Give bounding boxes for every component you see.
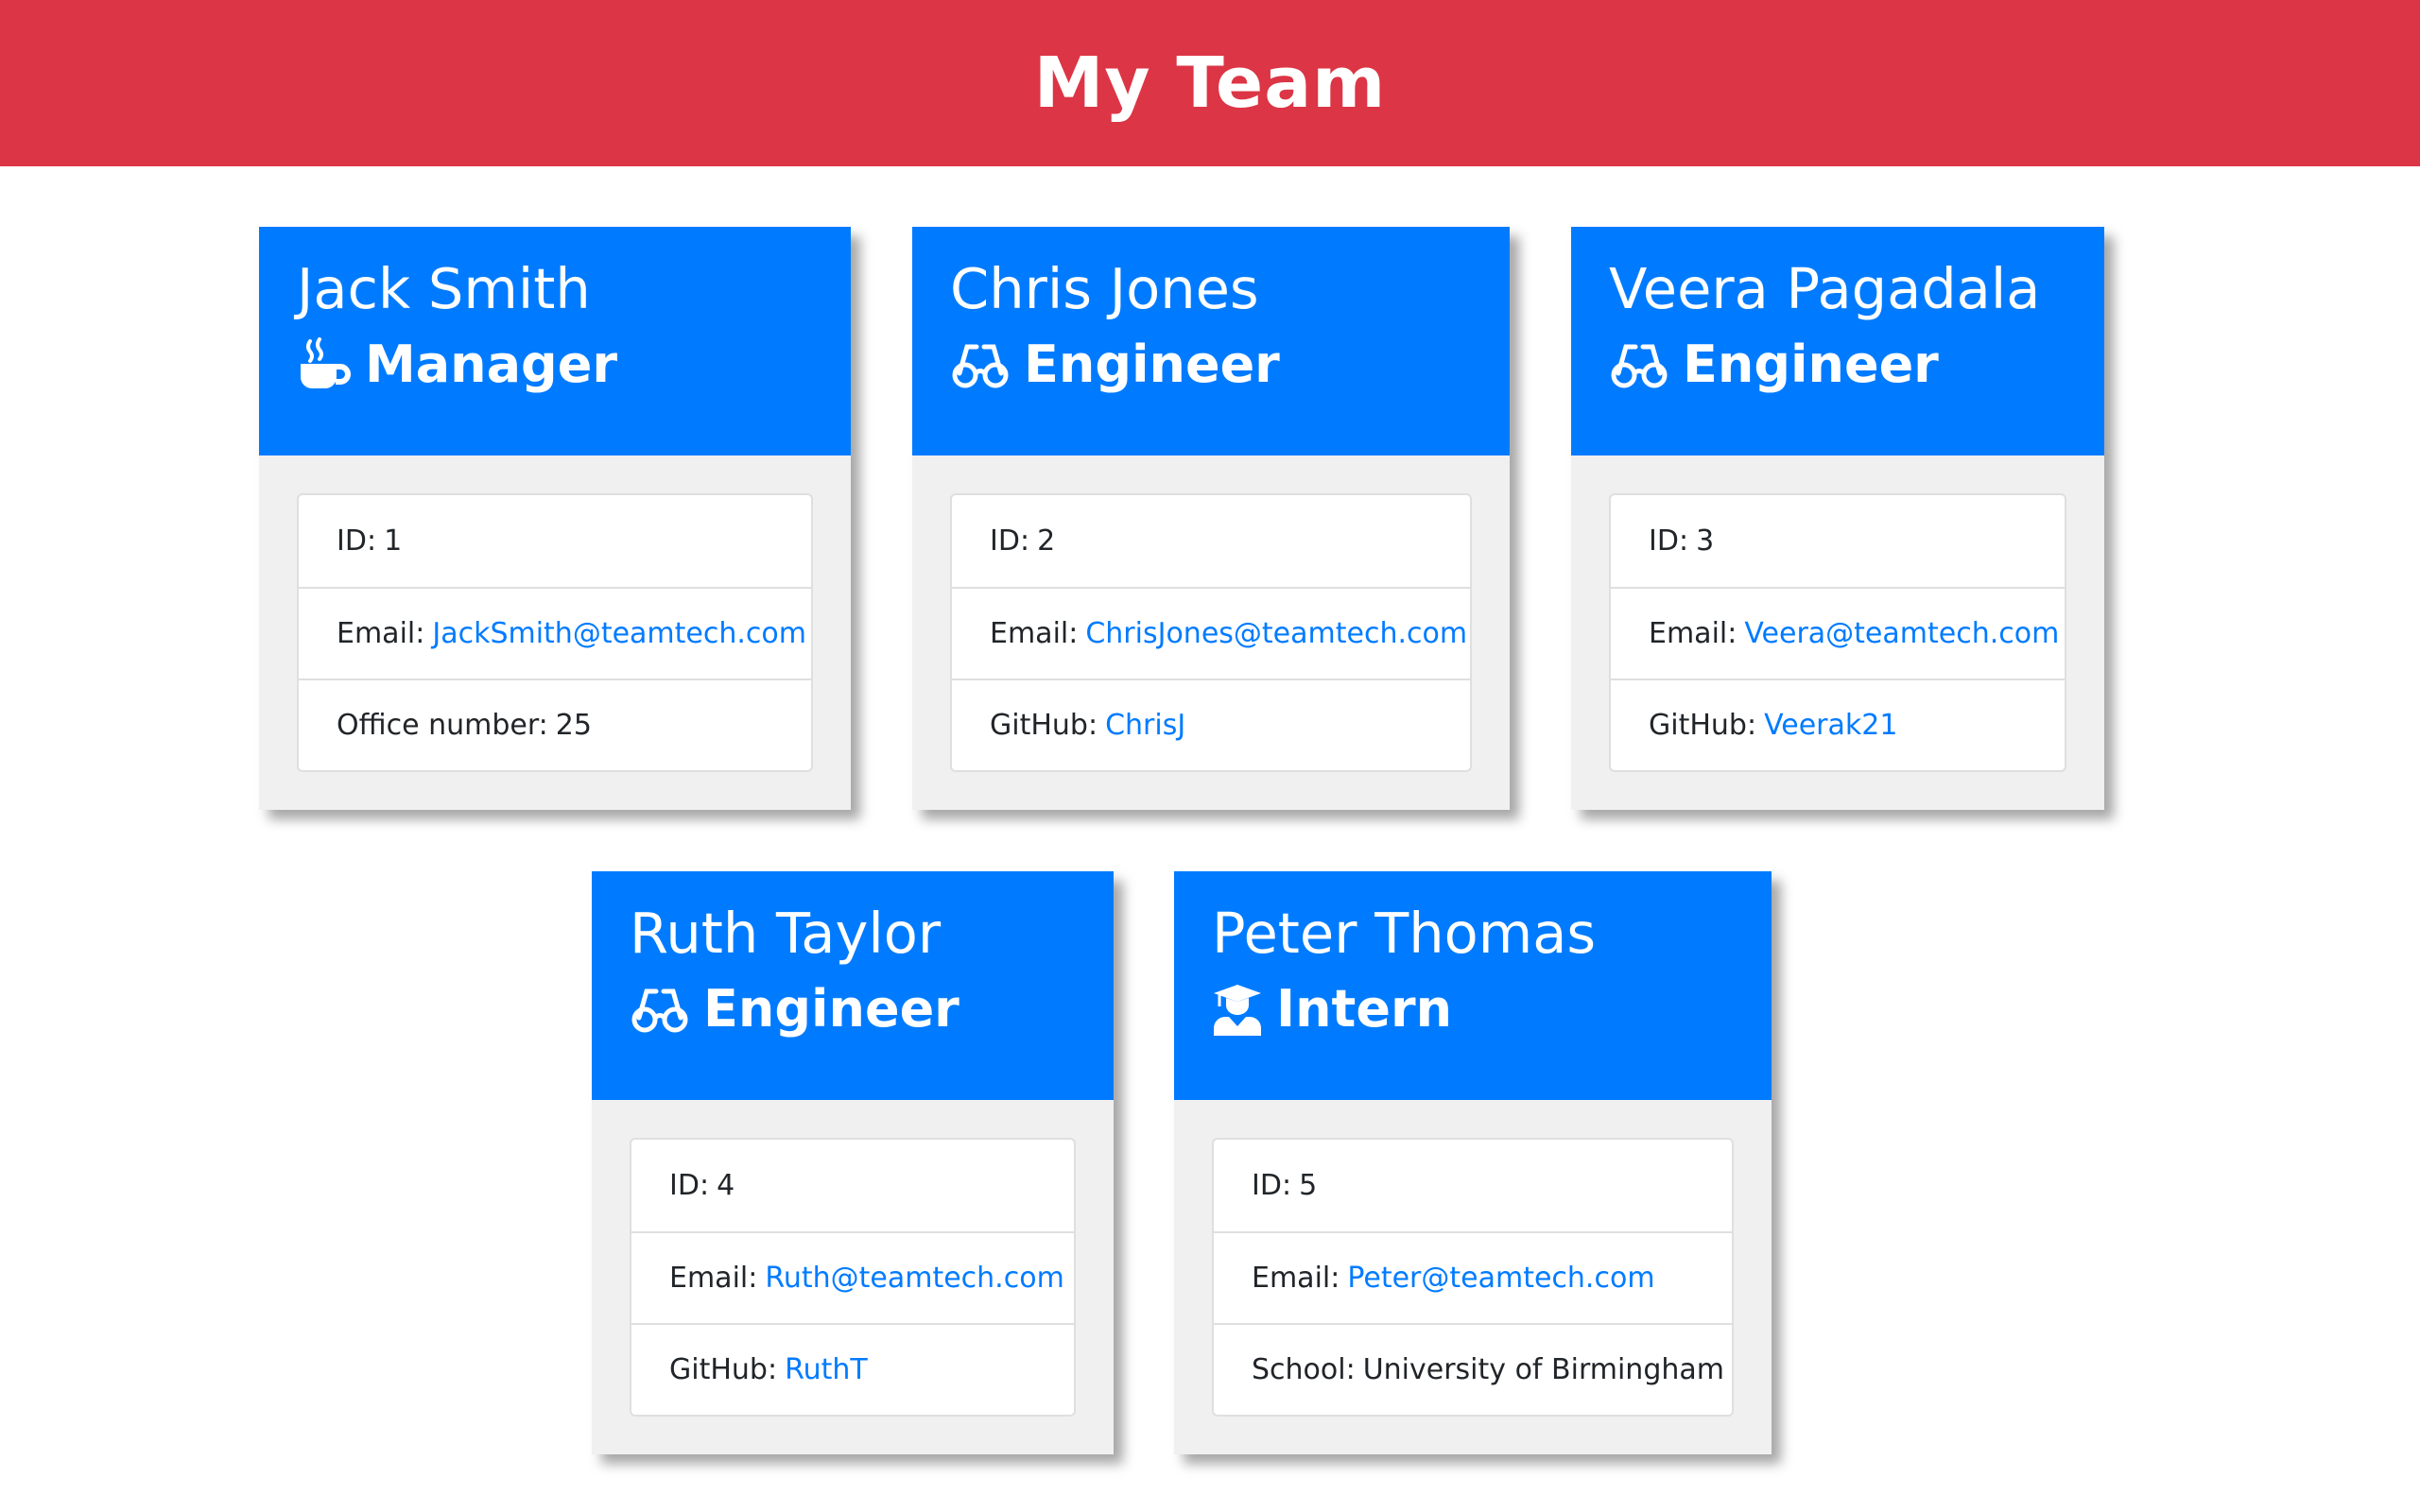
id-value: 1 bbox=[384, 524, 403, 558]
id-label: ID: bbox=[990, 524, 1030, 558]
id-item: ID: 5 bbox=[1214, 1140, 1732, 1231]
email-link[interactable]: Peter@teamtech.com bbox=[1347, 1262, 1654, 1295]
github-label: GitHub: bbox=[669, 1353, 778, 1386]
employee-card: Peter Thomas Intern ID: 5 Email: Peter@t… bbox=[1174, 871, 1772, 1454]
role-label: Intern bbox=[1276, 979, 1453, 1039]
employee-role: Intern bbox=[1212, 971, 1772, 1047]
employee-card: Veera Pagadala Engineer ID: 3 Email: Vee… bbox=[1571, 227, 2104, 810]
email-label: Email: bbox=[337, 617, 425, 650]
email-label: Email: bbox=[1649, 617, 1737, 650]
employee-role: Engineer bbox=[950, 327, 1510, 403]
card-body: ID: 4 Email: Ruth@teamtech.com GitHub: R… bbox=[592, 1100, 1114, 1454]
employee-card: Jack Smith Manager ID: 1 Email: JackSmit… bbox=[259, 227, 851, 810]
id-item: ID: 4 bbox=[631, 1140, 1074, 1231]
github-link[interactable]: Veerak21 bbox=[1764, 709, 1897, 742]
email-label: Email: bbox=[669, 1262, 758, 1295]
github-label: GitHub: bbox=[990, 709, 1098, 742]
office-item: Office number: 25 bbox=[299, 679, 811, 770]
email-link[interactable]: ChrisJones@teamtech.com bbox=[1085, 617, 1467, 650]
glasses-icon bbox=[1609, 341, 1669, 388]
office-value: 25 bbox=[555, 709, 592, 742]
employee-name: Ruth Taylor bbox=[630, 901, 942, 966]
school-value: University of Birmingham bbox=[1362, 1353, 1724, 1386]
card-body: ID: 1 Email: JackSmith@teamtech.com Offi… bbox=[259, 455, 851, 810]
card-body: ID: 2 Email: ChrisJones@teamtech.com Git… bbox=[912, 455, 1510, 810]
id-label: ID: bbox=[337, 524, 377, 558]
github-item: GitHub: ChrisJ bbox=[952, 679, 1470, 770]
role-label: Engineer bbox=[1683, 335, 1939, 394]
info-list: ID: 5 Email: Peter@teamtech.com School: … bbox=[1212, 1138, 1734, 1417]
github-item: GitHub: RuthT bbox=[631, 1323, 1074, 1415]
id-label: ID: bbox=[1252, 1169, 1292, 1202]
employee-role: Engineer bbox=[630, 971, 1114, 1047]
id-label: ID: bbox=[669, 1169, 710, 1202]
employee-role: Engineer bbox=[1609, 327, 2104, 403]
employee-card: Ruth Taylor Engineer ID: 4 Email: Ruth@t… bbox=[592, 871, 1114, 1454]
id-value: 2 bbox=[1037, 524, 1056, 558]
email-item: Email: JackSmith@teamtech.com bbox=[299, 587, 811, 679]
info-list: ID: 2 Email: ChrisJones@teamtech.com Git… bbox=[950, 493, 1472, 772]
glasses-icon bbox=[630, 986, 690, 1033]
github-link[interactable]: RuthT bbox=[785, 1353, 868, 1386]
id-item: ID: 3 bbox=[1611, 495, 2065, 587]
email-link[interactable]: Ruth@teamtech.com bbox=[765, 1262, 1063, 1295]
info-list: ID: 3 Email: Veera@teamtech.com GitHub: … bbox=[1609, 493, 2066, 772]
id-item: ID: 2 bbox=[952, 495, 1470, 587]
employee-name: Jack Smith bbox=[297, 256, 591, 321]
github-item: GitHub: Veerak21 bbox=[1611, 679, 2065, 770]
role-label: Manager bbox=[365, 335, 617, 394]
github-label: GitHub: bbox=[1649, 709, 1757, 742]
school-item: School: University of Birmingham bbox=[1214, 1323, 1732, 1415]
card-header: Ruth Taylor Engineer bbox=[592, 871, 1114, 1100]
card-header: Veera Pagadala Engineer bbox=[1571, 227, 2104, 455]
graduate-icon bbox=[1212, 983, 1263, 1036]
employee-role: Manager bbox=[297, 327, 851, 403]
email-label: Email: bbox=[990, 617, 1079, 650]
employee-name: Chris Jones bbox=[950, 256, 1259, 321]
email-link[interactable]: Veera@teamtech.com bbox=[1744, 617, 2059, 650]
email-item: Email: Peter@teamtech.com bbox=[1214, 1231, 1732, 1323]
id-label: ID: bbox=[1649, 524, 1689, 558]
employee-card: Chris Jones Engineer ID: 2 Email: ChrisJ… bbox=[912, 227, 1510, 810]
role-label: Engineer bbox=[1024, 335, 1280, 394]
office-label: Office number: bbox=[337, 709, 548, 742]
email-label: Email: bbox=[1252, 1262, 1340, 1295]
info-list: ID: 4 Email: Ruth@teamtech.com GitHub: R… bbox=[630, 1138, 1076, 1417]
id-item: ID: 1 bbox=[299, 495, 811, 587]
coffee-icon bbox=[297, 337, 352, 392]
card-header: Peter Thomas Intern bbox=[1174, 871, 1772, 1100]
card-body: ID: 5 Email: Peter@teamtech.com School: … bbox=[1174, 1100, 1772, 1454]
id-value: 3 bbox=[1696, 524, 1715, 558]
role-label: Engineer bbox=[703, 979, 959, 1039]
email-item: Email: ChrisJones@teamtech.com bbox=[952, 587, 1470, 679]
employee-name: Veera Pagadala bbox=[1609, 256, 2041, 321]
page-header: My Team bbox=[0, 0, 2420, 166]
glasses-icon bbox=[950, 341, 1011, 388]
card-header: Chris Jones Engineer bbox=[912, 227, 1510, 455]
id-value: 4 bbox=[717, 1169, 735, 1202]
school-label: School: bbox=[1252, 1353, 1356, 1386]
page-title: My Team bbox=[1033, 43, 1387, 124]
employee-name: Peter Thomas bbox=[1212, 901, 1597, 966]
info-list: ID: 1 Email: JackSmith@teamtech.com Offi… bbox=[297, 493, 813, 772]
card-body: ID: 3 Email: Veera@teamtech.com GitHub: … bbox=[1571, 455, 2104, 810]
email-item: Email: Veera@teamtech.com bbox=[1611, 587, 2065, 679]
github-link[interactable]: ChrisJ bbox=[1105, 709, 1185, 742]
card-header: Jack Smith Manager bbox=[259, 227, 851, 455]
email-link[interactable]: JackSmith@teamtech.com bbox=[432, 617, 806, 650]
id-value: 5 bbox=[1299, 1169, 1318, 1202]
email-item: Email: Ruth@teamtech.com bbox=[631, 1231, 1074, 1323]
